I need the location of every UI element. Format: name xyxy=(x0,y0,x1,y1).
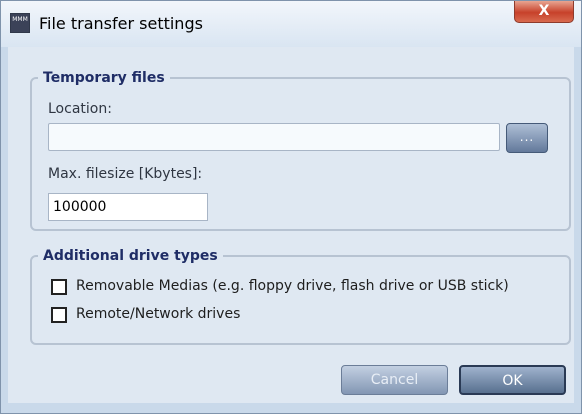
remote-network-drives-label[interactable]: Remote/Network drives xyxy=(76,306,240,322)
location-input[interactable] xyxy=(48,123,500,151)
max-filesize-input[interactable]: 100000 xyxy=(48,193,208,221)
cancel-button[interactable]: Cancel xyxy=(341,365,448,395)
removable-medias-checkbox[interactable] xyxy=(51,279,67,295)
close-button[interactable]: X xyxy=(514,1,574,23)
dialog-window: MMM File transfer settings X Temporary f… xyxy=(0,0,582,414)
removable-medias-label[interactable]: Removable Medias (e.g. floppy drive, fla… xyxy=(76,278,509,294)
max-filesize-label: Max. filesize [Kbytes]: xyxy=(48,166,203,182)
remote-network-drives-checkbox[interactable] xyxy=(51,307,67,323)
dialog-title: File transfer settings xyxy=(39,14,203,33)
browse-button[interactable]: ... xyxy=(506,123,548,153)
location-label: Location: xyxy=(48,101,112,117)
app-icon: MMM xyxy=(10,13,30,33)
ok-button[interactable]: OK xyxy=(459,365,566,395)
additional-drive-types-title: Additional drive types xyxy=(38,247,223,265)
additional-drive-types-group: Additional drive types xyxy=(30,247,571,345)
dialog-body: Temporary files Location: ... Max. files… xyxy=(8,47,574,403)
temporary-files-title: Temporary files xyxy=(38,69,170,87)
title-bar[interactable]: MMM File transfer settings X xyxy=(1,1,581,47)
